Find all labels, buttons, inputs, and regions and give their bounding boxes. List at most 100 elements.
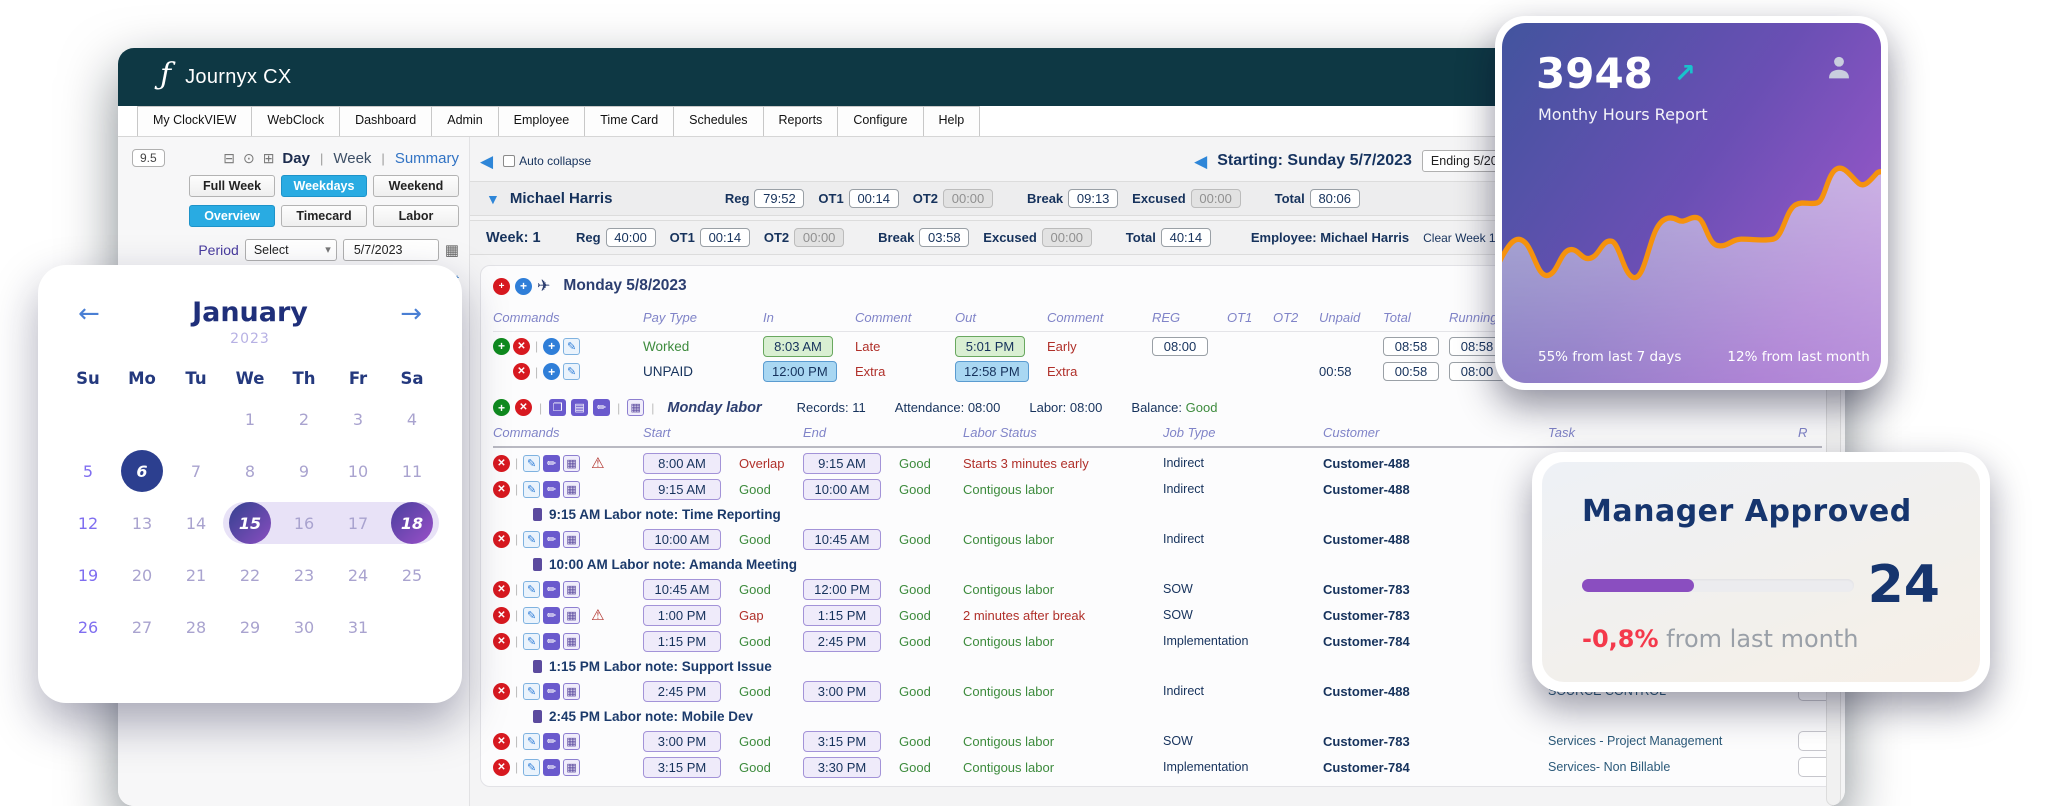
menu-dashboard[interactable]: Dashboard bbox=[339, 106, 433, 136]
calculator-icon[interactable]: ▦ bbox=[563, 454, 581, 472]
menu-employee[interactable]: Employee bbox=[497, 106, 586, 136]
delete-icon[interactable]: ✕ bbox=[493, 580, 510, 598]
end-time[interactable]: 2:45 PM bbox=[803, 630, 881, 652]
delete-icon[interactable]: ✕ bbox=[493, 732, 510, 750]
pen-icon[interactable]: ✏ bbox=[543, 530, 561, 548]
menu-configure[interactable]: Configure bbox=[837, 106, 924, 136]
grid-icon[interactable]: ▤ bbox=[571, 399, 589, 416]
calendar-day[interactable]: 19 bbox=[61, 554, 115, 596]
calendar-day[interactable]: 9 bbox=[277, 450, 331, 492]
travel-icon[interactable]: ✈ bbox=[537, 276, 550, 296]
calendar-day[interactable]: 17 bbox=[331, 502, 385, 544]
menu-my-clockview[interactable]: My ClockVIEW bbox=[137, 106, 253, 136]
start-time[interactable]: 1:00 PM bbox=[643, 604, 721, 626]
insert-icon[interactable]: + bbox=[543, 337, 561, 355]
calendar-day[interactable]: 31 bbox=[331, 606, 385, 648]
calculator-icon[interactable]: ▦ bbox=[563, 530, 581, 548]
prev-period-icon[interactable]: ◀ bbox=[1194, 153, 1207, 170]
end-time[interactable]: 3:30 PM bbox=[803, 756, 881, 778]
menu-admin[interactable]: Admin bbox=[431, 106, 499, 136]
edit-icon[interactable]: ✎ bbox=[523, 632, 541, 650]
out-time[interactable]: 5:01 PM bbox=[955, 335, 1025, 357]
calendar-day[interactable]: 2 bbox=[277, 398, 331, 440]
add-day-blue-icon[interactable]: + bbox=[515, 277, 532, 295]
calendar-day[interactable]: 16 bbox=[277, 502, 331, 544]
add-icon[interactable]: + bbox=[493, 399, 510, 416]
add-icon[interactable]: + bbox=[493, 337, 510, 355]
calculator-icon[interactable]: ▦ bbox=[563, 732, 581, 750]
labor-button[interactable]: Labor bbox=[373, 205, 459, 227]
edit-icon[interactable]: ✎ bbox=[523, 454, 541, 472]
start-time[interactable]: 2:45 PM bbox=[643, 680, 721, 702]
menu-time-card[interactable]: Time Card bbox=[584, 106, 675, 136]
pen-icon[interactable]: ✏ bbox=[543, 454, 561, 472]
calendar-day[interactable]: 4 bbox=[385, 398, 439, 440]
calendar-day[interactable]: 7 bbox=[169, 450, 223, 492]
insert-icon[interactable]: + bbox=[543, 363, 561, 380]
end-time[interactable]: 3:00 PM bbox=[803, 680, 881, 702]
delete-icon[interactable]: ✕ bbox=[493, 454, 510, 472]
delete-icon[interactable]: ✕ bbox=[493, 632, 510, 650]
expand-icon[interactable]: ⊞ bbox=[263, 150, 277, 167]
edit-icon[interactable]: ✎ bbox=[523, 682, 541, 700]
calendar-day[interactable]: 23 bbox=[277, 554, 331, 596]
collapse-left-icon[interactable]: ◀ bbox=[480, 153, 493, 170]
calendar-day[interactable]: 20 bbox=[115, 554, 169, 596]
calendar-range-start[interactable]: 15 bbox=[223, 502, 277, 544]
view-day[interactable]: Day bbox=[282, 150, 310, 167]
calendar-day[interactable]: 14 bbox=[169, 502, 223, 544]
reg-value[interactable]: 79:52 bbox=[754, 189, 805, 208]
end-time[interactable]: 12:00 PM bbox=[803, 578, 881, 600]
calendar-icon[interactable]: ▦ bbox=[445, 241, 459, 259]
auto-collapse-checkbox[interactable] bbox=[503, 155, 516, 167]
start-time[interactable]: 3:00 PM bbox=[643, 730, 721, 752]
radio-icon[interactable]: ⊙ bbox=[243, 150, 257, 167]
delete-icon[interactable]: ✕ bbox=[493, 606, 510, 624]
menu-reports[interactable]: Reports bbox=[762, 106, 839, 136]
pen-icon[interactable]: ✏ bbox=[543, 632, 561, 650]
total-hours[interactable]: 00:58 bbox=[1383, 362, 1439, 381]
start-time[interactable]: 1:15 PM bbox=[643, 630, 721, 652]
delete-icon[interactable]: ✕ bbox=[513, 363, 530, 380]
menu-webclock[interactable]: WebClock bbox=[251, 106, 341, 136]
in-time[interactable]: 12:00 PM bbox=[763, 361, 837, 382]
calculator-icon[interactable]: ▦ bbox=[563, 632, 581, 650]
total-hours[interactable]: 08:58 bbox=[1383, 336, 1439, 356]
week-break-value[interactable]: 03:58 bbox=[919, 228, 970, 247]
delete-icon[interactable]: ✕ bbox=[513, 337, 530, 355]
reg-hours[interactable]: 08:00 bbox=[1152, 336, 1208, 356]
delete-icon[interactable]: ✕ bbox=[493, 682, 510, 700]
in-time[interactable]: 8:03 AM bbox=[763, 335, 833, 357]
start-time[interactable]: 9:15 AM bbox=[643, 478, 721, 500]
period-select[interactable]: Select ▾ bbox=[244, 239, 337, 261]
pen-icon[interactable]: ✏ bbox=[543, 480, 561, 498]
weekend-button[interactable]: Weekend bbox=[373, 175, 459, 197]
end-time[interactable]: 9:15 AM bbox=[803, 452, 881, 474]
calculator-icon[interactable]: ▦ bbox=[563, 480, 581, 498]
start-time[interactable]: 10:45 AM bbox=[643, 578, 721, 600]
calendar-day[interactable]: 21 bbox=[169, 554, 223, 596]
calculator-icon[interactable]: ▦ bbox=[563, 758, 581, 776]
menu-schedules[interactable]: Schedules bbox=[673, 106, 764, 136]
end-time[interactable]: 1:15 PM bbox=[803, 604, 881, 626]
edit-icon[interactable]: ✎ bbox=[563, 363, 581, 380]
week-reg-value[interactable]: 40:00 bbox=[605, 228, 656, 247]
edit-icon[interactable]: ✎ bbox=[523, 480, 541, 498]
calculator-icon[interactable]: ▦ bbox=[563, 580, 581, 598]
pen-icon[interactable]: ✏ bbox=[543, 682, 561, 700]
weekdays-button[interactable]: Weekdays bbox=[281, 175, 367, 197]
week-ot1-value[interactable]: 00:14 bbox=[699, 228, 750, 247]
edit-icon[interactable]: ✎ bbox=[523, 606, 541, 624]
view-week[interactable]: Week bbox=[333, 150, 371, 167]
break-value[interactable]: 09:13 bbox=[1068, 189, 1119, 208]
edit-icon[interactable]: ✎ bbox=[523, 758, 541, 776]
ot1-value[interactable]: 00:14 bbox=[848, 189, 899, 208]
calendar-day[interactable]: 22 bbox=[223, 554, 277, 596]
copy-icon[interactable]: ❐ bbox=[549, 399, 567, 416]
week-total-value[interactable]: 40:14 bbox=[1160, 228, 1211, 247]
edit-icon[interactable]: ✎ bbox=[523, 530, 541, 548]
add-day-red-icon[interactable]: + bbox=[493, 277, 510, 295]
calendar-day[interactable]: 27 bbox=[115, 606, 169, 648]
expand-employee-icon[interactable]: ▼ bbox=[486, 191, 500, 207]
start-time[interactable]: 8:00 AM bbox=[643, 452, 721, 474]
